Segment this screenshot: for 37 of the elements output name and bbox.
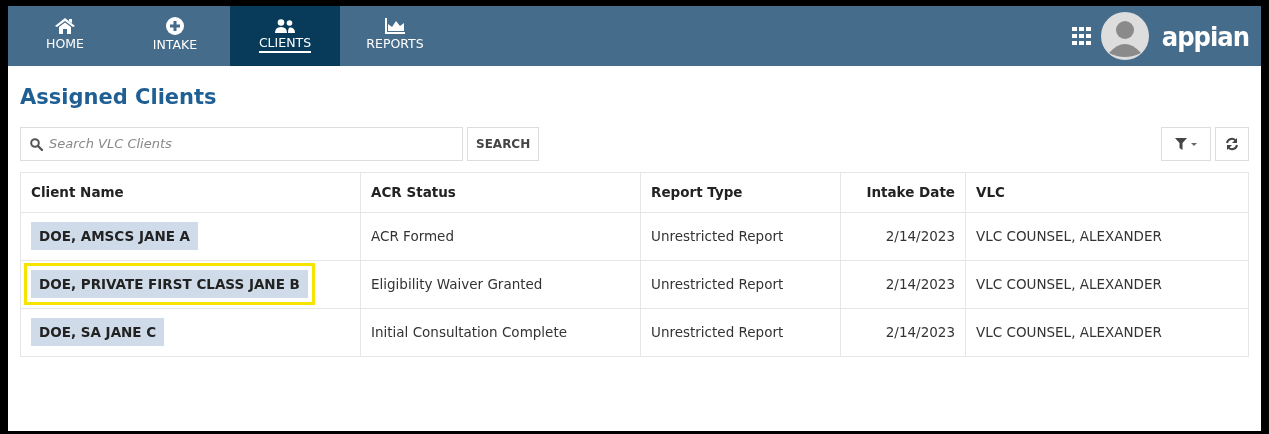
home-icon xyxy=(55,17,75,34)
filter-button[interactable] xyxy=(1161,126,1211,161)
table-cell: VLC COUNSEL, ALEXANDER xyxy=(965,308,1249,356)
table-cell: VLC COUNSEL, ALEXANDER xyxy=(965,212,1249,260)
table-cell: 2/14/2023 xyxy=(840,212,966,260)
logo-text: appian xyxy=(1161,22,1249,50)
column-header[interactable]: Client Name xyxy=(20,172,361,212)
plus-circle-icon xyxy=(166,16,184,35)
column-header[interactable]: Report Type xyxy=(640,172,841,212)
refresh-button[interactable] xyxy=(1215,126,1249,161)
app-grid-icon[interactable] xyxy=(1071,27,1092,45)
client-name-tag[interactable]: DOE, PRIVATE FIRST CLASS JANE B xyxy=(24,262,315,306)
filter-icon xyxy=(1175,137,1197,150)
area-chart-icon xyxy=(385,17,405,34)
table-cell: Initial Consultation Complete xyxy=(360,308,641,356)
table-cell: 2/14/2023 xyxy=(840,308,966,356)
nav-tab[interactable]: INTAKE xyxy=(120,6,230,66)
table-cell: Unrestricted Report xyxy=(640,212,841,260)
table-cell: ACR Formed xyxy=(360,212,641,260)
search-icon xyxy=(30,137,43,151)
table-cell: VLC COUNSEL, ALEXANDER xyxy=(965,260,1249,308)
search-button[interactable]: SEARCH xyxy=(467,126,540,161)
nav-tab[interactable]: HOME xyxy=(10,6,120,66)
table-cell: Eligibility Waiver Granted xyxy=(360,260,641,308)
column-header[interactable]: ACR Status xyxy=(360,172,641,212)
nav-tab[interactable]: CLIENTS xyxy=(230,6,340,66)
column-header[interactable]: VLC xyxy=(965,172,1249,212)
refresh-icon xyxy=(1225,136,1239,151)
table-cell: Unrestricted Report xyxy=(640,260,841,308)
avatar-icon[interactable] xyxy=(1099,11,1150,61)
table-cell: Unrestricted Report xyxy=(640,308,841,356)
page-title: Assigned Clients xyxy=(20,84,218,111)
table-cell: 2/14/2023 xyxy=(840,260,966,308)
nav-tab[interactable]: REPORTS xyxy=(340,6,450,66)
search-field[interactable]: Search VLC Clients xyxy=(20,126,463,161)
column-header[interactable]: Intake Date xyxy=(840,172,966,212)
people-icon xyxy=(275,18,295,33)
